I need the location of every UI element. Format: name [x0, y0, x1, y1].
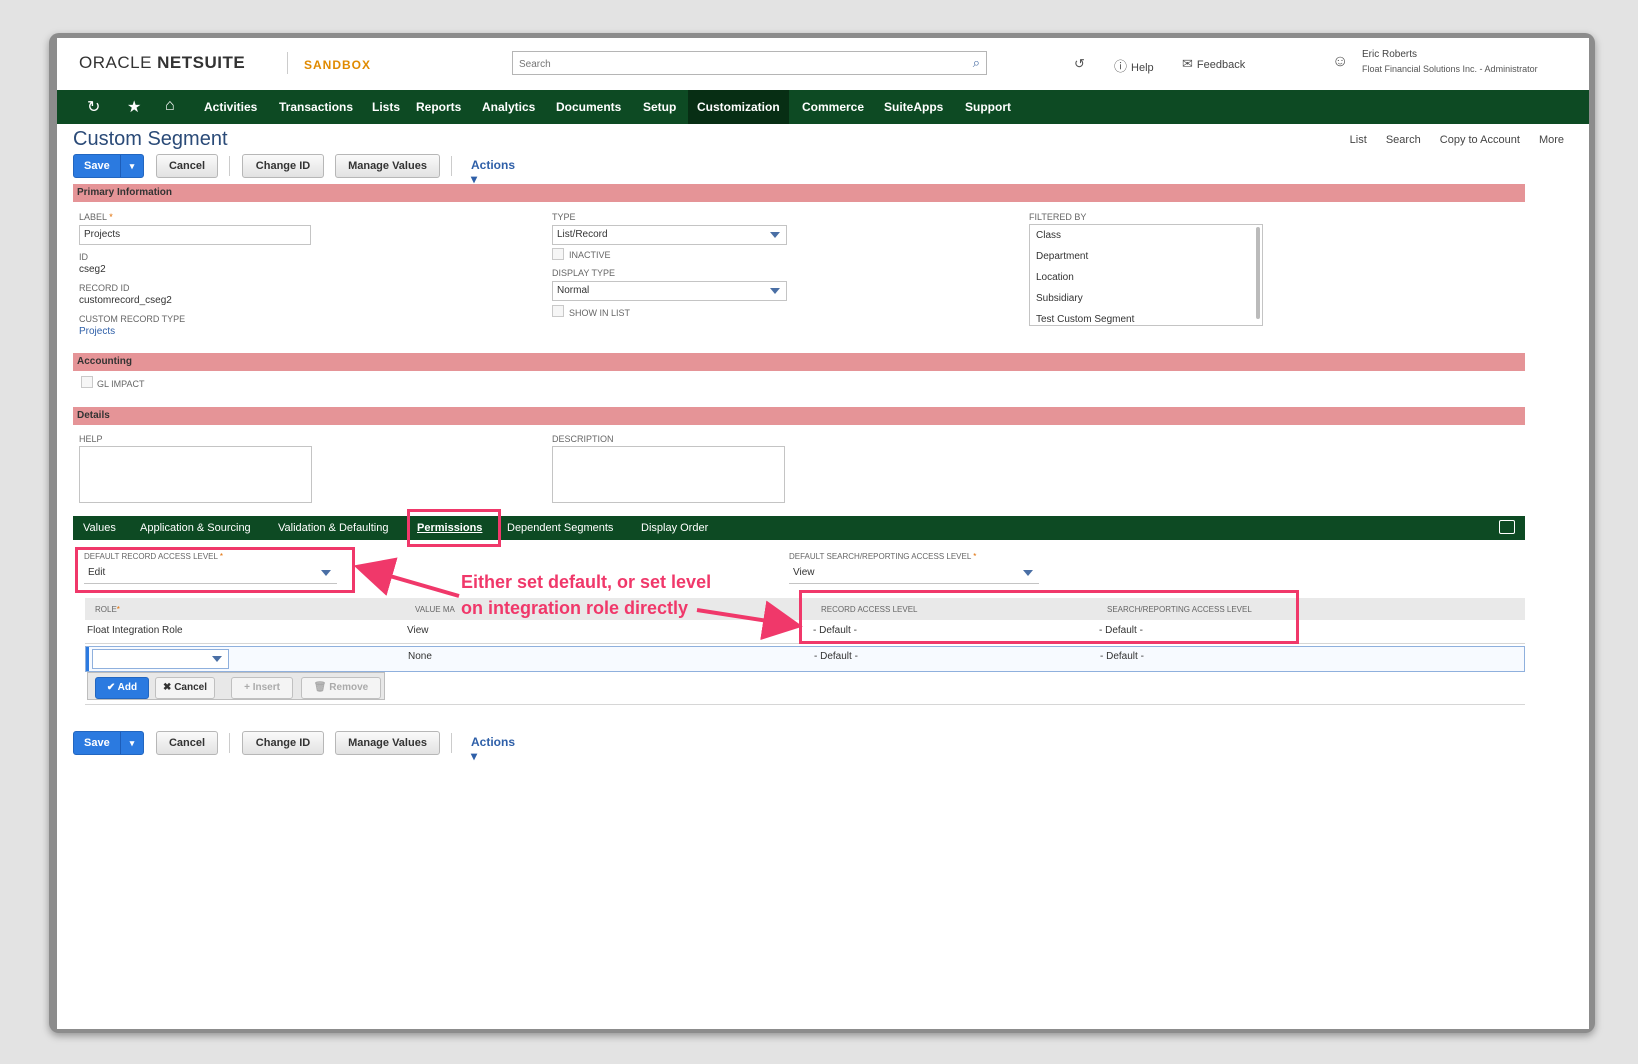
arrow-to-role-access [696, 600, 803, 641]
annotation-arrows [353, 557, 803, 641]
netsuite-screen: ORACLE NETSUITE SANDBOX ⌕ ↺ ⓘHelp ✉Feedb… [57, 38, 1589, 1029]
arrow-to-default-access [353, 557, 460, 598]
